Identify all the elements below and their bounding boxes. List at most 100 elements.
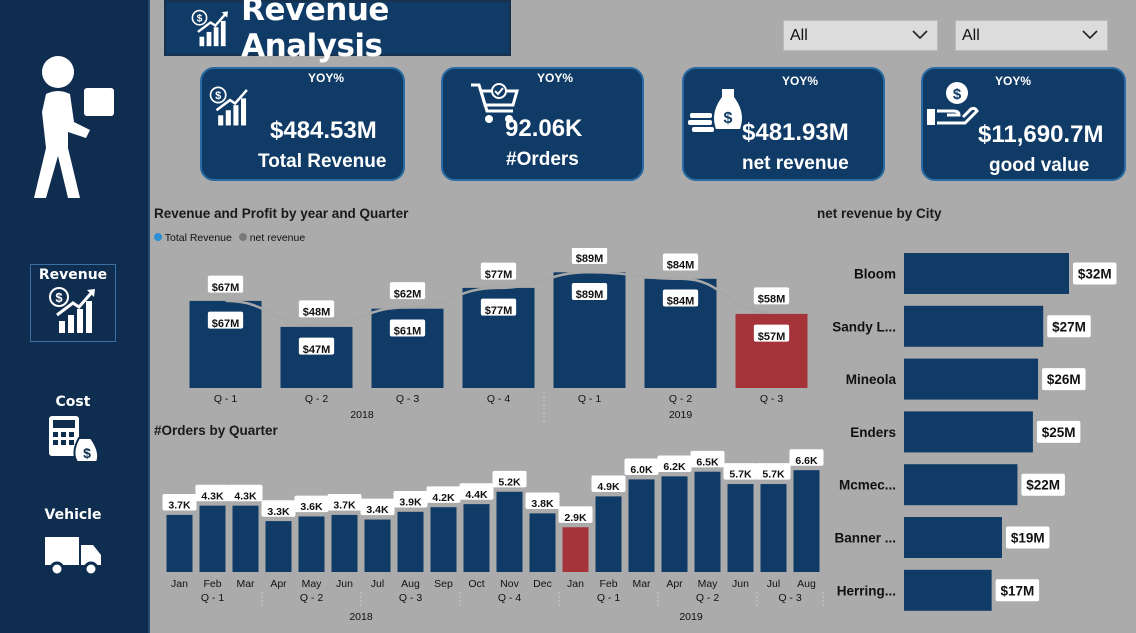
svg-text:$: $ [215, 90, 221, 102]
kpi-value: $484.53M [270, 117, 377, 144]
sidebar-item-label: Revenue [38, 267, 108, 283]
line-data-label: $62M [394, 288, 422, 300]
orders-bar [562, 527, 589, 572]
orders-bar [628, 479, 655, 572]
year-label: 2019 [679, 611, 703, 623]
city-data-label: $19M [1011, 531, 1045, 546]
orders-bar [595, 496, 622, 572]
city-name-label: Herring... [837, 583, 896, 598]
orders-bar [463, 504, 490, 572]
kpi-yoy-label: YOY% [995, 74, 1032, 88]
city-bar [904, 253, 1069, 294]
bar-data-label: $67M [212, 318, 240, 330]
x-tick-label: Q - 3 [396, 393, 419, 405]
orders-data-label: 5.7K [762, 469, 785, 481]
svg-text:$: $ [724, 110, 733, 127]
quarter-label: Q - 2 [696, 592, 719, 604]
sidebar-item-vehicle[interactable]: Vehicle [30, 507, 116, 587]
quarter-label: Q - 1 [201, 592, 224, 604]
revenue-growth-icon: $ [49, 287, 95, 333]
chevron-down-icon [912, 30, 928, 40]
bar-data-label: $47M [303, 344, 331, 356]
kpi-value: $481.93M [742, 119, 849, 146]
month-tick-label: Jun [336, 578, 353, 590]
orders-data-label: 5.2K [498, 476, 521, 488]
city-data-label: $17M [1001, 583, 1035, 598]
page-title: Revenue Analysis [241, 0, 389, 64]
kpi-value: $11,690.7M [978, 121, 1104, 148]
kpi-yoy-label: YOY% [537, 71, 574, 85]
orders-data-label: 2.9K [564, 512, 587, 524]
orders-data-label: 4.9K [597, 481, 620, 493]
orders-data-label: 3.4K [366, 504, 389, 516]
legend-dot-net [238, 233, 247, 241]
month-tick-label: Mar [236, 578, 255, 590]
svg-text:$: $ [197, 14, 203, 25]
city-bar [904, 569, 992, 611]
city-name-label: Enders [850, 425, 896, 440]
page-title-banner: $ Revenue Analysis [164, 0, 511, 64]
filter-dropdown-2[interactable]: All [955, 20, 1108, 51]
city-bar [904, 411, 1033, 453]
line-data-label: $89M [576, 253, 604, 265]
city-bar [904, 305, 1044, 347]
month-tick-label: Aug [401, 578, 420, 590]
city-data-label: $22M [1026, 478, 1060, 493]
month-tick-label: Jan [171, 578, 188, 590]
kpi-label: #Orders [506, 149, 579, 170]
quarter-label: Q - 4 [498, 592, 521, 604]
line-data-label: $58M [758, 293, 786, 305]
line-data-label: $77M [485, 269, 513, 281]
filter-value: All [790, 27, 808, 44]
month-tick-label: Dec [533, 578, 552, 590]
svg-text:$: $ [953, 86, 962, 103]
line-data-label: $48M [303, 306, 331, 318]
month-tick-label: Apr [666, 578, 683, 590]
city-data-label: $32M [1078, 267, 1112, 282]
x-tick-label: Q - 1 [578, 393, 601, 405]
x-tick-label: Q - 2 [305, 393, 328, 405]
line-data-label: $67M [212, 282, 240, 294]
orders-data-label: 4.2K [432, 492, 455, 504]
city-data-label: $27M [1052, 319, 1086, 334]
kpi-yoy-label: YOY% [308, 71, 345, 85]
bar-data-label: $57M [758, 331, 786, 343]
bar-data-label: $84M [667, 296, 695, 308]
city-name-label: Bloom [854, 267, 896, 282]
orders-data-label: 3.8K [531, 498, 554, 510]
month-tick-label: Jun [732, 578, 749, 590]
filter-dropdown-1[interactable]: All [783, 20, 938, 51]
orders-chart-title: #Orders by Quarter [154, 423, 278, 438]
bar-data-label: $61M [394, 326, 422, 338]
month-tick-label: Feb [599, 578, 617, 590]
revenue-growth-icon: $ [191, 9, 228, 47]
city-name-label: Banner ... [834, 531, 896, 546]
orders-bar [331, 514, 358, 572]
orders-data-label: 5.7K [729, 469, 752, 481]
bar-data-label: $77M [485, 305, 513, 317]
legend-label-net: net revenue [249, 232, 306, 244]
month-tick-label: Feb [203, 578, 221, 590]
net-revenue-by-city-chart: Bloom $32M Sandy L... $27M Mineola $26M Enders… [832, 253, 1117, 611]
orders-bar [166, 514, 193, 572]
orders-bar [496, 491, 523, 572]
orders-data-label: 6.2K [663, 461, 686, 473]
kpi-value: 92.06K [505, 115, 583, 142]
sidebar-item-cost[interactable]: Cost $ [30, 394, 116, 472]
orders-bar [430, 507, 457, 572]
orders-bar [265, 521, 292, 572]
month-tick-label: Jan [567, 578, 584, 590]
month-tick-label: May [698, 578, 719, 590]
sidebar-item-revenue[interactable]: Revenue $ [30, 264, 116, 342]
sidebar-item-label: Vehicle [44, 507, 102, 523]
bar-data-label: $89M [576, 289, 604, 301]
orders-bar [727, 484, 754, 572]
quarter-label: Q - 1 [597, 592, 620, 604]
city-bar [904, 464, 1018, 506]
orders-data-label: 6.0K [630, 464, 653, 476]
orders-data-label: 3.9K [399, 497, 422, 509]
quarter-label: Q - 3 [399, 592, 422, 604]
orders-data-label: 3.7K [168, 500, 191, 512]
orders-bar [760, 484, 787, 572]
city-bar [904, 517, 1002, 558]
